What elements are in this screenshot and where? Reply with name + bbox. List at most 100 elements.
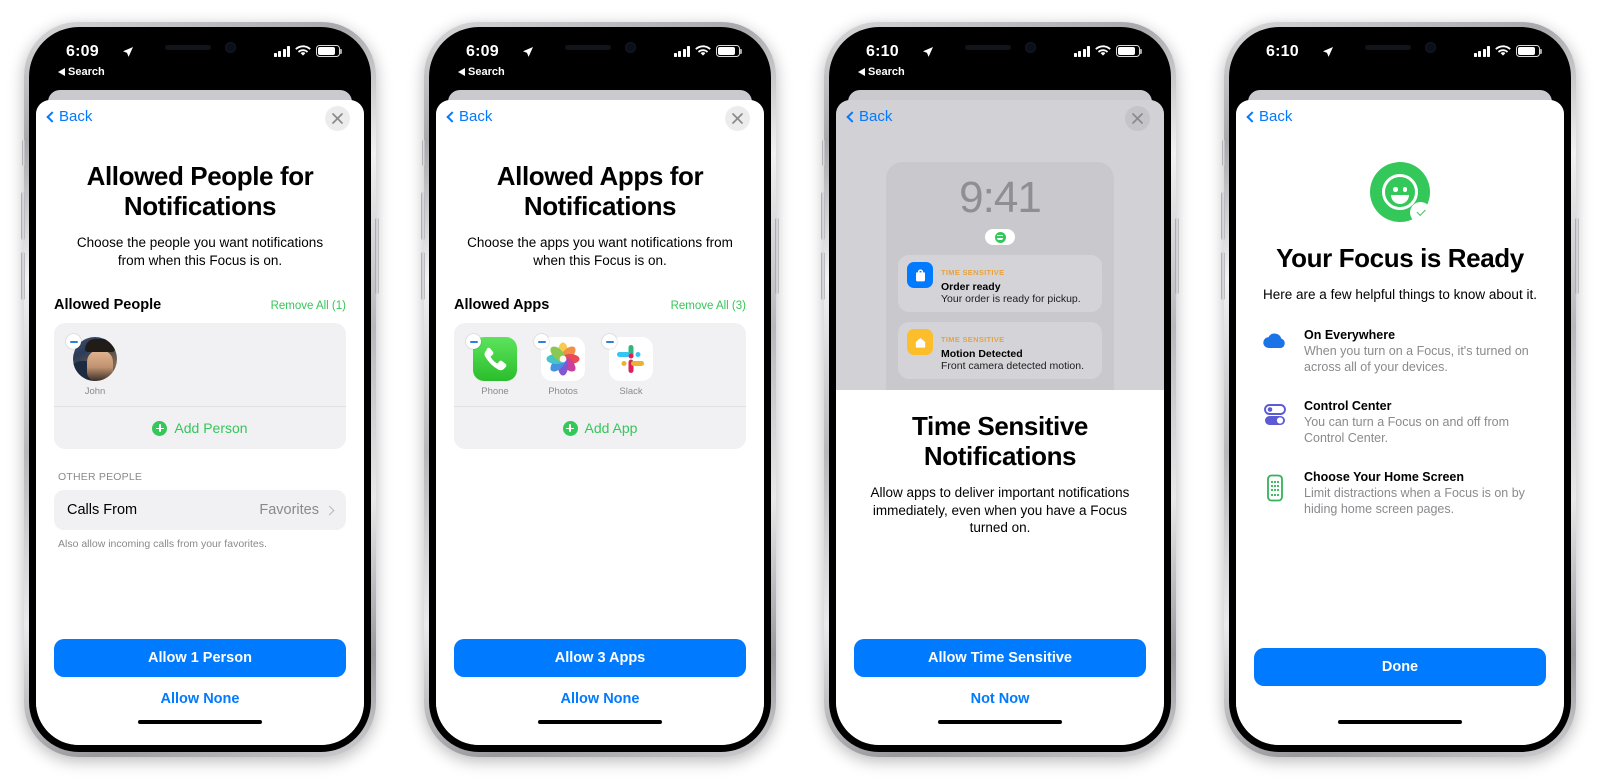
focus-status-badge [985,229,1015,245]
home-indicator[interactable] [538,720,662,724]
volume-down-button[interactable] [421,252,425,300]
page-subtitle: Choose the people you want notifications… [76,234,324,268]
location-arrow-icon [922,45,934,63]
side-power-button[interactable] [1175,218,1179,294]
status-indicators [273,45,343,57]
person-tile[interactable]: John [66,334,122,397]
feature-row-home-screen: Choose Your Home Screen Limit distractio… [1254,470,1546,517]
allow-time-sensitive-button[interactable]: Allow Time Sensitive [854,639,1146,677]
sheet-body-2: Allowed Apps for Notifications Choose th… [436,140,764,639]
app-tile-photos[interactable]: Photos [534,334,590,398]
page-title: Time Sensitive Notifications [911,411,1088,471]
close-icon [1132,113,1143,124]
focus-smiley-check-icon [1370,162,1431,223]
sheet-container-1: Back Allowed People for Notifications Ch… [36,90,364,745]
add-app-button[interactable]: Add App [454,407,746,449]
close-button[interactable] [725,106,750,131]
phone-bezel-1: 6:09 Search Back Allowed People for Noti… [29,27,371,752]
page-title: Allowed Apps for Notifications [496,161,704,221]
feature-body: Limit distractions when a Focus is on by… [1304,485,1525,516]
volume-down-button[interactable] [21,252,25,300]
feature-text: Control Center You can turn a Focus on a… [1304,399,1540,446]
volume-down-button[interactable] [1221,252,1225,300]
add-person-button[interactable]: Add Person [54,407,346,449]
notification-title: Motion Detected [941,347,1023,360]
home-screen-icon [1260,470,1290,517]
status-time: 6:10 [1266,43,1299,60]
silent-switch[interactable] [1222,140,1225,166]
earpiece-speaker [964,44,1011,50]
sheet-body-1: Allowed People for Notifications Choose … [36,140,364,639]
calls-from-row[interactable]: Calls From Favorites [54,490,346,531]
app-tile-slack[interactable]: Slack [602,334,658,398]
screen-focus-ready: 6:10 Back Your Focus is Ready Here are a… [1236,34,1564,745]
front-camera [624,41,636,53]
back-to-app-label: Search [68,66,105,78]
silent-switch[interactable] [422,140,425,166]
status-bar-1: 6:09 Search [36,34,364,90]
allow-button[interactable]: Allow 1 Person [54,639,346,677]
notch [1326,34,1474,60]
allow-none-button[interactable]: Allow None [454,691,746,707]
side-power-button[interactable] [1575,218,1579,294]
front-camera [1424,41,1436,53]
sheet-body-3: Time Sensitive Notifications Allow apps … [836,390,1164,639]
notification-title: Order ready [941,280,1001,293]
volume-down-button[interactable] [821,252,825,300]
front-camera [224,41,236,53]
notification-text: TIME SENSITIVE Motion Detected Front cam… [941,329,1093,372]
allow-button[interactable]: Allow 3 Apps [454,639,746,677]
remove-all-button[interactable]: Remove All (3) [671,300,746,312]
people-tile-row: John [54,323,346,406]
nav-bar-4: Back [1236,100,1564,140]
remove-all-button[interactable]: Remove All (1) [271,300,346,312]
calls-from-value-group: Favorites [259,502,335,518]
home-indicator[interactable] [938,720,1062,724]
chevron-left-icon [846,110,858,123]
phone-bezel-3: 6:10 Search Back 9:41 TIME SENSITIVE Ord… [829,27,1171,752]
allow-none-button[interactable]: Allow None [54,691,346,707]
back-to-app-label: Search [468,66,505,78]
side-power-button[interactable] [375,218,379,294]
feature-heading: Control Center [1304,398,1392,413]
volume-up-button[interactable] [821,192,825,240]
plus-circle-icon [152,420,168,436]
home-indicator[interactable] [1338,720,1462,724]
allowed-apps-card: Phone Photos Slack Add App [454,323,746,450]
not-now-button[interactable]: Not Now [854,691,1146,707]
back-to-app-link[interactable]: Search [858,66,905,78]
back-to-app-link[interactable]: Search [58,66,105,78]
volume-up-button[interactable] [421,192,425,240]
back-to-app-link[interactable]: Search [458,66,505,78]
back-button[interactable]: Back [46,108,92,125]
volume-up-button[interactable] [1221,192,1225,240]
app-tile-phone[interactable]: Phone [466,334,522,397]
chevron-left-icon [46,110,58,123]
app-name: Slack [619,386,643,398]
notification-card[interactable]: TIME SENSITIVE Motion Detected Front cam… [898,322,1102,379]
notification-body: Your order is ready for pickup. [941,293,1081,305]
page-title: Allowed People for Notifications [86,161,314,221]
silent-switch[interactable] [822,140,825,166]
silent-switch[interactable] [22,140,25,166]
done-button[interactable]: Done [1254,648,1546,686]
home-indicator[interactable] [138,720,262,724]
page-subtitle: Choose the apps you want notifications f… [467,234,733,268]
app-name: Photos [548,386,578,398]
feature-body: You can turn a Focus on and off from Con… [1304,414,1509,445]
close-button[interactable] [1125,106,1150,131]
back-button[interactable]: Back [1246,108,1292,125]
notification-card[interactable]: TIME SENSITIVE Order ready Your order is… [898,255,1102,312]
close-button[interactable] [325,106,350,131]
side-power-button[interactable] [775,218,779,294]
feature-row-on-everywhere: On Everywhere When you turn on a Focus, … [1254,328,1546,375]
notification-text: TIME SENSITIVE Order ready Your order is… [941,262,1093,305]
other-people-caption: OTHER PEOPLE [58,471,143,484]
volume-up-button[interactable] [21,192,25,240]
earpiece-speaker [164,44,211,50]
lock-screen-clock: 9:41 [959,173,1042,222]
back-button[interactable]: Back [846,108,892,125]
back-button[interactable]: Back [446,108,492,125]
battery-icon [1516,45,1543,57]
notification-body: Front camera detected motion. [941,360,1084,372]
